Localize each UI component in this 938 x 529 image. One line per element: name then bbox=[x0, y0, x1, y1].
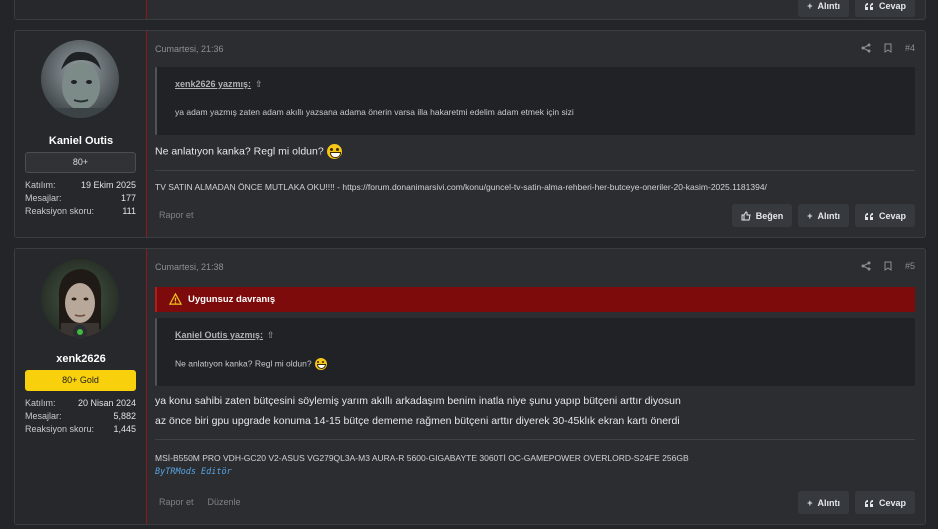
post-tools: #4 bbox=[861, 43, 915, 53]
bookmark-icon[interactable] bbox=[883, 261, 893, 271]
post-body-line: az önce biri gpu upgrade konuma 14-15 bü… bbox=[155, 415, 680, 427]
grin-emoji-icon bbox=[314, 358, 327, 370]
quote-icon bbox=[864, 212, 873, 220]
quote-text: ya adam yazmış zaten adam akıllı yazsana… bbox=[175, 107, 574, 117]
stat-joined: Katılım: 20 Nisan 2024 bbox=[25, 398, 136, 408]
quote-block: Kaniel Outis yazmış: ⇧ Ne anlatıyon kanka… bbox=[155, 318, 915, 386]
post: Kaniel Outis 80+ Katılım: 19 Ekim 2025 M… bbox=[14, 30, 926, 238]
grin-emoji-icon bbox=[326, 144, 342, 159]
user-rank-badge: 80+ Gold bbox=[25, 370, 136, 391]
arrow-up-icon: ⇧ bbox=[267, 330, 275, 340]
post-actions: Beğen + Alıntı Cevap bbox=[731, 204, 915, 227]
user-pane: Kaniel Outis 80+ Katılım: 19 Ekim 2025 M… bbox=[15, 31, 147, 237]
quote-author-link[interactable]: xenk2626 yazmış: ⇧ bbox=[175, 79, 263, 90]
stat-messages: Mesajlar: 5,882 bbox=[25, 411, 136, 421]
quote-button[interactable]: + Alıntı bbox=[798, 491, 849, 514]
user-pane: xenk2626 80+ Gold Katılım: 20 Nisan 2024… bbox=[15, 249, 147, 524]
previous-post: + Alıntı Cevap bbox=[14, 0, 926, 20]
reply-label: Cevap bbox=[878, 497, 906, 508]
avatar[interactable] bbox=[41, 40, 119, 118]
post-content: Cumartesi, 21:36 #4 xenk2626 yazmış: ⇧ ya… bbox=[155, 31, 915, 237]
quote-block: xenk2626 yazmış: ⇧ ya adam yazmış zaten a… bbox=[155, 67, 915, 135]
warning-text: Uygunsuz davranış bbox=[188, 294, 276, 305]
stat-joined: Katılım: 19 Ekim 2025 bbox=[25, 180, 136, 190]
thumbs-up-icon bbox=[741, 210, 751, 220]
warning-banner: Uygunsuz davranış bbox=[155, 287, 915, 312]
post-number[interactable]: #4 bbox=[905, 43, 915, 53]
quote-label: Alıntı bbox=[817, 210, 840, 221]
report-link[interactable]: Rapor et bbox=[159, 497, 194, 507]
arrow-up-icon: ⇧ bbox=[255, 79, 263, 89]
plus-icon: + bbox=[807, 210, 813, 221]
post-body: Ne anlatıyon kanka? Regl mi oldun? bbox=[155, 144, 342, 159]
post-content: + Alıntı Cevap bbox=[155, 0, 915, 19]
post-footer-links: Rapor et Düzenle bbox=[159, 497, 241, 507]
signature-divider bbox=[155, 170, 915, 171]
warning-icon bbox=[169, 293, 182, 305]
post-actions: + Alıntı Cevap bbox=[798, 491, 915, 514]
report-link[interactable]: Rapor et bbox=[159, 210, 194, 220]
stat-reaction-score: Reaksiyon skoru: 111 bbox=[25, 206, 136, 216]
post-number[interactable]: #5 bbox=[905, 261, 915, 271]
quote-button[interactable]: + Alıntı bbox=[798, 204, 849, 227]
post-timestamp[interactable]: Cumartesi, 21:38 bbox=[155, 262, 224, 272]
share-icon[interactable] bbox=[861, 261, 871, 271]
post: xenk2626 80+ Gold Katılım: 20 Nisan 2024… bbox=[14, 248, 926, 525]
quote-label: Alıntı bbox=[817, 497, 840, 508]
user-pane bbox=[15, 0, 147, 19]
stat-reaction-score: Reaksiyon skoru: 1,445 bbox=[25, 424, 136, 434]
signature-subtitle: ByTRMods Editör bbox=[155, 467, 232, 477]
online-status-indicator bbox=[73, 325, 87, 339]
quote-label: Alıntı bbox=[817, 0, 840, 11]
user-stats: Katılım: 20 Nisan 2024 Mesajlar: 5,882 R… bbox=[25, 397, 136, 436]
user-rank-badge: 80+ bbox=[25, 152, 136, 173]
signature: MSİ-B550M PRO VDH-GC20 V2-ASUS VG279QL3A… bbox=[155, 453, 689, 463]
quote-button[interactable]: + Alıntı bbox=[798, 0, 849, 17]
user-stats: Katılım: 19 Ekim 2025 Mesajlar: 177 Reak… bbox=[25, 179, 136, 218]
signature-divider bbox=[155, 439, 915, 440]
reply-button[interactable]: Cevap bbox=[854, 204, 915, 227]
bookmark-icon[interactable] bbox=[883, 43, 893, 53]
quote-text: Ne anlatıyon kanka? Regl mi oldun? bbox=[175, 358, 327, 370]
reply-label: Cevap bbox=[878, 210, 906, 221]
post-body-line: ya konu sahibi zaten bütçesini söylemiş … bbox=[155, 395, 681, 407]
username[interactable]: Kaniel Outis bbox=[15, 135, 147, 147]
reply-button[interactable]: Cevap bbox=[854, 0, 915, 17]
post-timestamp[interactable]: Cumartesi, 21:36 bbox=[155, 44, 224, 54]
edit-link[interactable]: Düzenle bbox=[208, 497, 241, 507]
like-button[interactable]: Beğen bbox=[731, 204, 793, 227]
like-label: Beğen bbox=[755, 210, 784, 221]
plus-icon: + bbox=[807, 497, 813, 508]
post-tools: #5 bbox=[861, 261, 915, 271]
quote-author-link[interactable]: Kaniel Outis yazmış: ⇧ bbox=[175, 330, 275, 341]
plus-icon: + bbox=[807, 0, 813, 11]
stat-messages: Mesajlar: 177 bbox=[25, 193, 136, 203]
quote-icon bbox=[864, 2, 873, 10]
reply-label: Cevap bbox=[878, 0, 906, 11]
username[interactable]: xenk2626 bbox=[15, 353, 147, 365]
signature[interactable]: TV SATIN ALMADAN ÖNCE MUTLAKA OKU!!!! - … bbox=[155, 182, 767, 192]
share-icon[interactable] bbox=[861, 43, 871, 53]
reply-button[interactable]: Cevap bbox=[854, 491, 915, 514]
quote-icon bbox=[864, 499, 873, 507]
post-footer-links: Rapor et bbox=[159, 210, 194, 220]
post-content: Cumartesi, 21:38 #5 Uygunsuz davranış Ka… bbox=[155, 249, 915, 524]
